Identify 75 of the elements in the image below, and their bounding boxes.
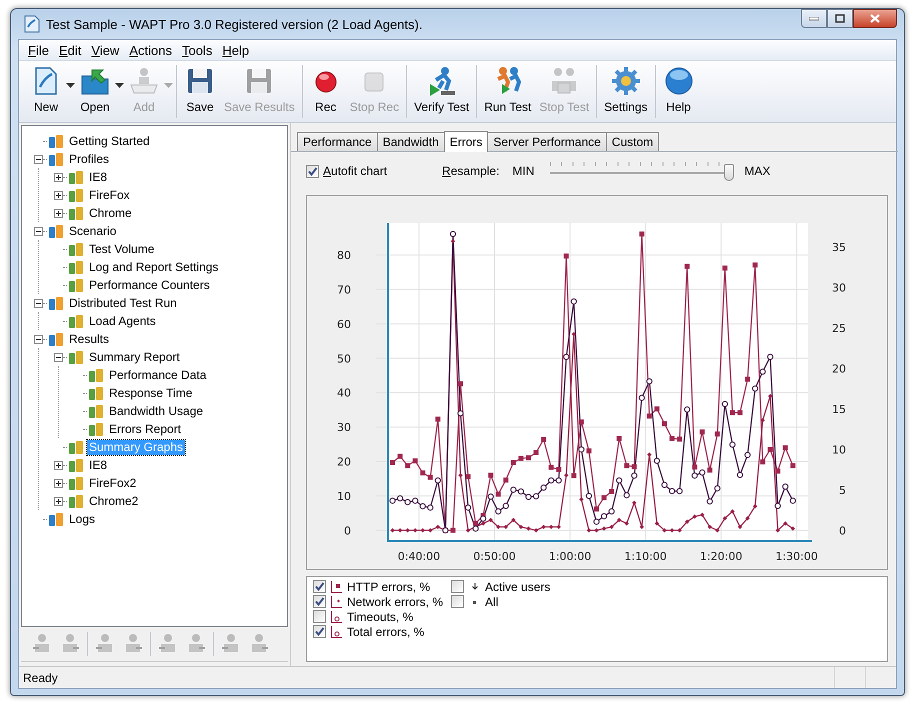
toolbar-button[interactable]: Open [75,65,115,118]
tree-item[interactable]: IE8 [87,458,110,472]
axis-label: 0:40:00 [398,550,440,563]
toolbar-button[interactable]: Verify Test [410,65,474,118]
axis-label: 10 [337,490,351,503]
tree-item[interactable]: Chrome [87,206,134,220]
checkbox-label: Autofit chart [323,164,388,178]
tree-item[interactable]: Getting Started [67,134,152,148]
axis-label: 50 [337,352,351,366]
menu-item[interactable]: Tools [176,42,218,58]
axis-label: 70 [337,283,351,296]
axis-label: 80 [337,249,351,262]
tree-item[interactable]: Log and Report Settings [87,260,220,274]
tab[interactable]: Performance [297,132,378,151]
legend-label: All [485,594,498,608]
tree-item[interactable]: Errors Report [107,422,184,436]
toolbar-button[interactable]: Help [658,65,699,118]
legend-label: Network errors, % [347,594,444,608]
tree-item[interactable]: Test Volume [87,242,156,256]
tree-item[interactable]: Summary Report [87,350,182,364]
tree-item[interactable]: Chrome2 [87,494,140,508]
menu-item[interactable]: Help [217,42,254,58]
axis-label: 15 [832,402,846,416]
tree-item[interactable]: Results [67,332,112,346]
axis-label: 0:50:00 [473,550,516,563]
tab[interactable]: Custom [606,132,660,151]
tree-item[interactable]: Load Agents [87,314,158,328]
axis-label: 35 [832,241,846,254]
toolbar-button[interactable]: New [26,65,66,118]
tree-item[interactable]: IE8 [87,170,110,184]
menu-item[interactable]: Actions [124,42,177,58]
max-label: MAX [744,164,770,178]
tree-item[interactable]: Profiles [67,152,112,166]
axis-label: 20 [337,456,351,468]
axis-label: 30 [832,282,846,294]
tree-item[interactable]: FireFox [87,188,132,202]
axis-label: 5 [839,484,846,497]
axis-label: 20 [832,362,846,376]
axis-label: 1:00:00 [548,550,592,563]
axis-label: 0 [839,524,846,538]
resample-label: Resample: [442,164,500,178]
axis-label: 10 [832,443,846,456]
tab[interactable]: Bandwidth [376,132,445,151]
toolbar-button[interactable]: Save [180,65,220,118]
axis-label: 60 [337,318,351,331]
legend-label: Total errors, % [347,624,424,638]
status-text: Ready [23,670,58,684]
axis-label: 25 [832,322,846,335]
axis-label: 0 [344,524,351,538]
axis-label: 1:10:00 [624,550,667,563]
legend-label: Active users [485,580,550,594]
toolbar-button[interactable]: Settings [600,65,652,118]
tree-item[interactable]: Performance Data [107,368,208,382]
legend-label: HTTP errors, % [347,580,430,594]
axis-label: 1:20:00 [700,550,742,563]
menu-item[interactable]: View [86,42,124,58]
axis-label: 30 [337,421,351,434]
toolbar-button[interactable]: Run Test [480,65,536,118]
min-label: MIN [512,164,534,178]
tree-item[interactable]: Distributed Test Run [67,296,179,310]
tree-item[interactable]: Performance Counters [87,278,212,292]
tree-item[interactable]: Scenario [67,224,118,238]
tab[interactable]: Errors [444,131,488,152]
menu-item[interactable]: Edit [54,42,86,58]
tree-item[interactable]: Response Time [107,386,194,400]
legend-label: Timeouts, % [347,610,414,624]
toolbar-button[interactable]: Rec [306,65,346,118]
tree-item[interactable]: FireFox2 [87,476,138,490]
tree-item[interactable]: Logs [67,512,98,526]
tab[interactable]: Server Performance [487,132,607,151]
menu-item[interactable]: File [23,42,54,58]
axis-label: 40 [337,386,351,400]
tree-item[interactable]: Bandwidth Usage [107,404,206,418]
window-title: Test Sample - WAPT Pro 3.0 Registered version (2 Load Agents). [46,16,422,32]
axis-label: 1:30:00 [775,550,818,563]
